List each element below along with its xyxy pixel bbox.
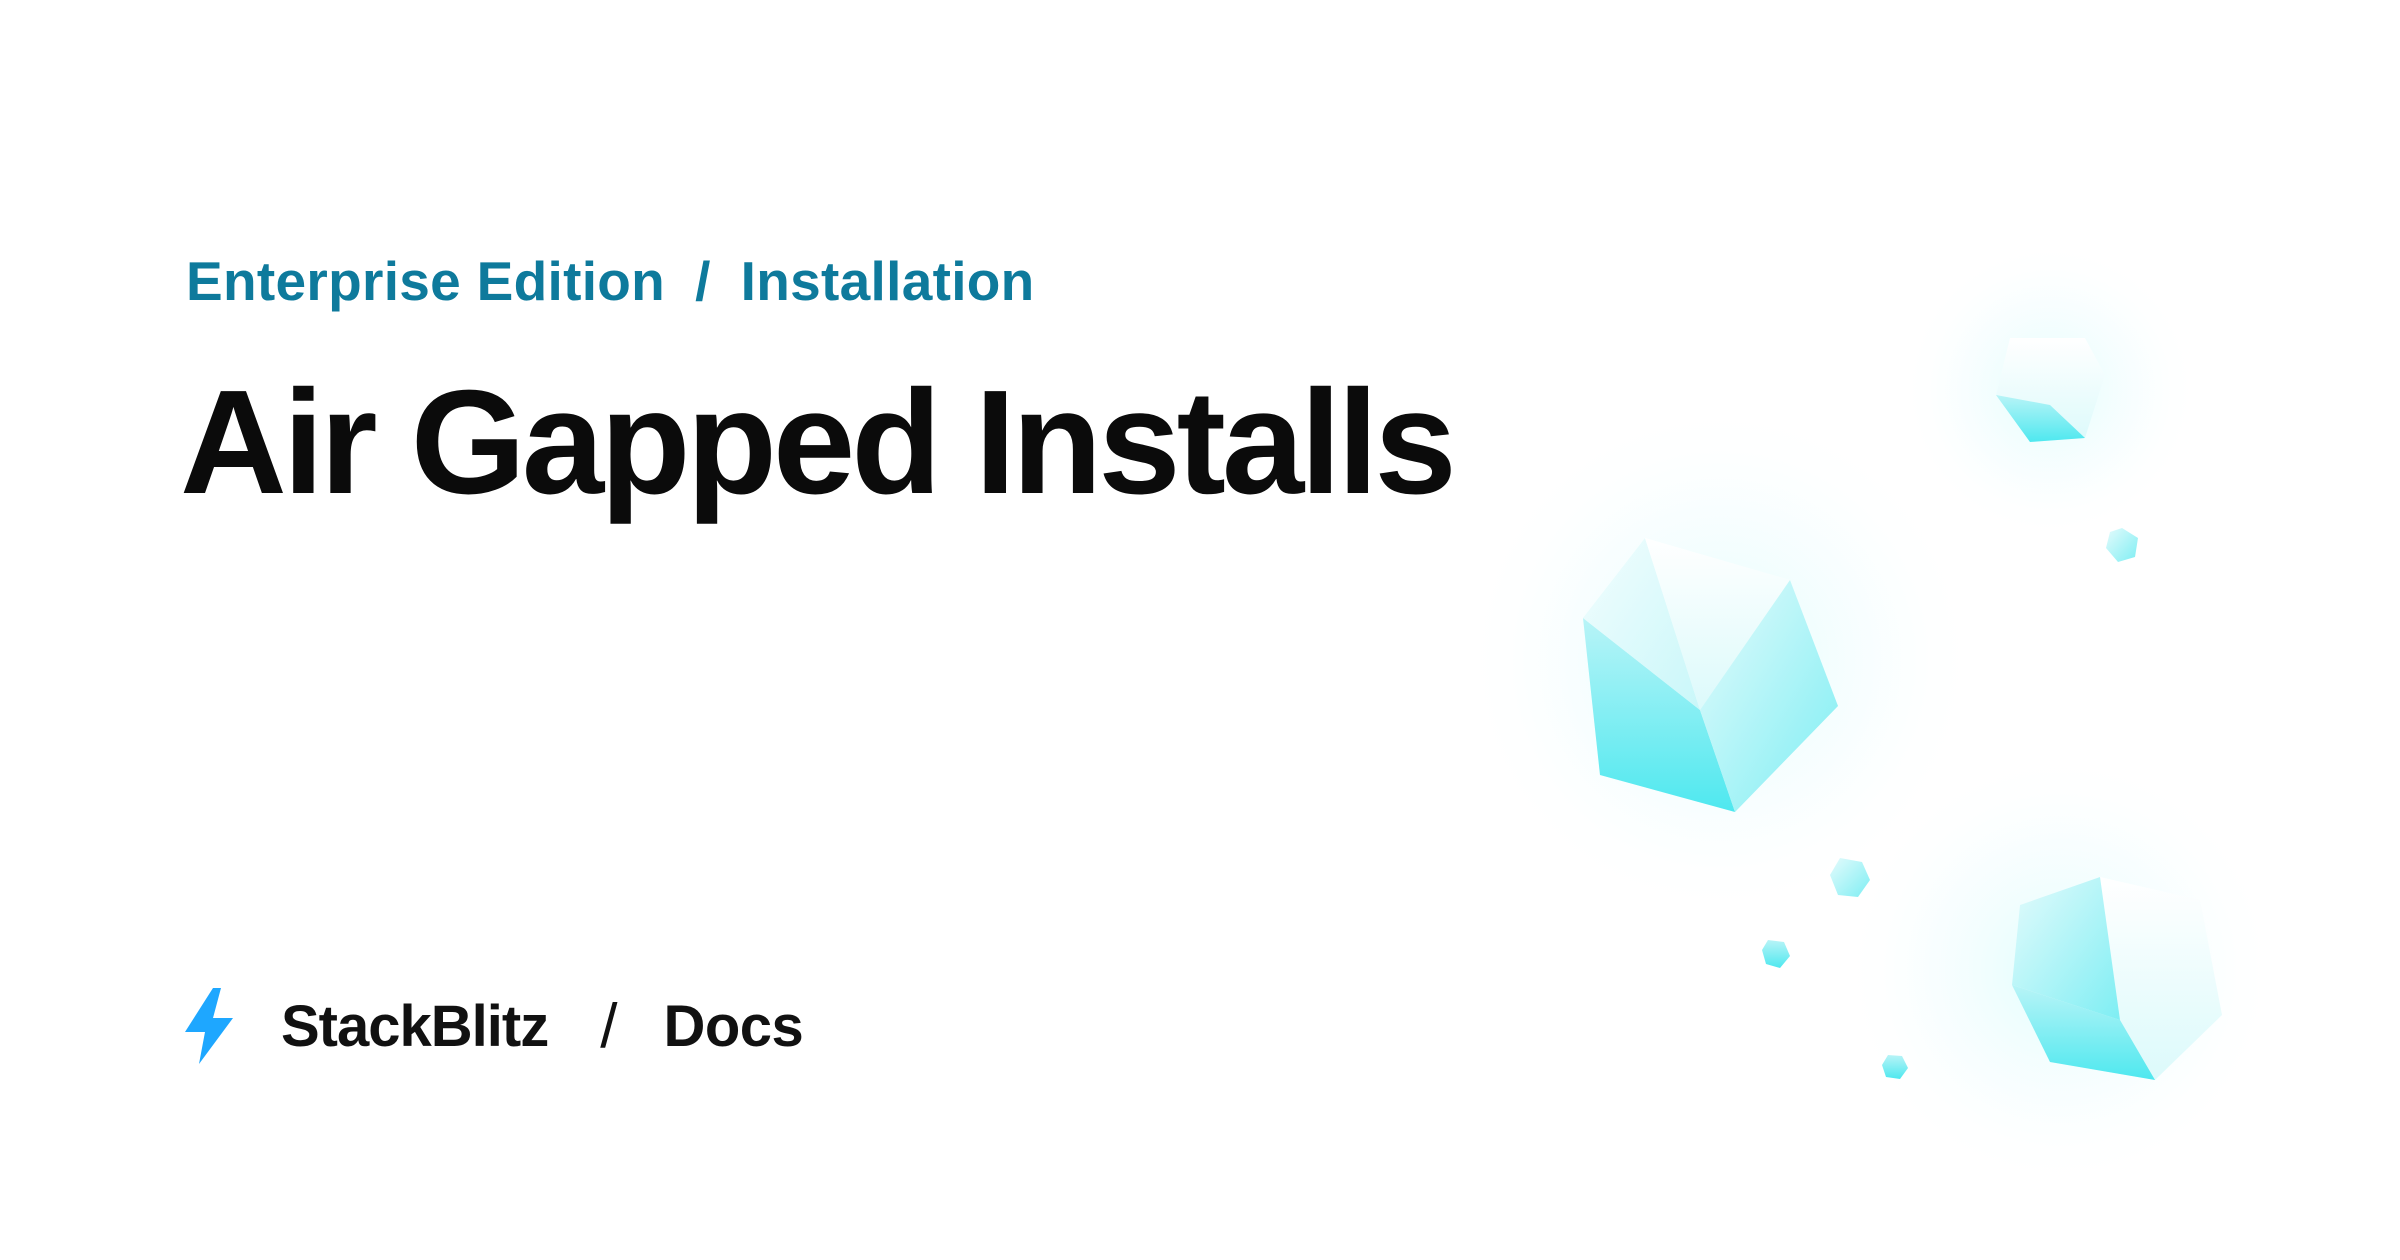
tiny-crystal-3 — [1762, 940, 1790, 968]
crystal-decoration — [1460, 240, 2280, 1190]
tiny-crystal-1 — [2106, 528, 2138, 562]
docs-social-card: Enterprise Edition / Installation Air Ga… — [0, 0, 2400, 1260]
